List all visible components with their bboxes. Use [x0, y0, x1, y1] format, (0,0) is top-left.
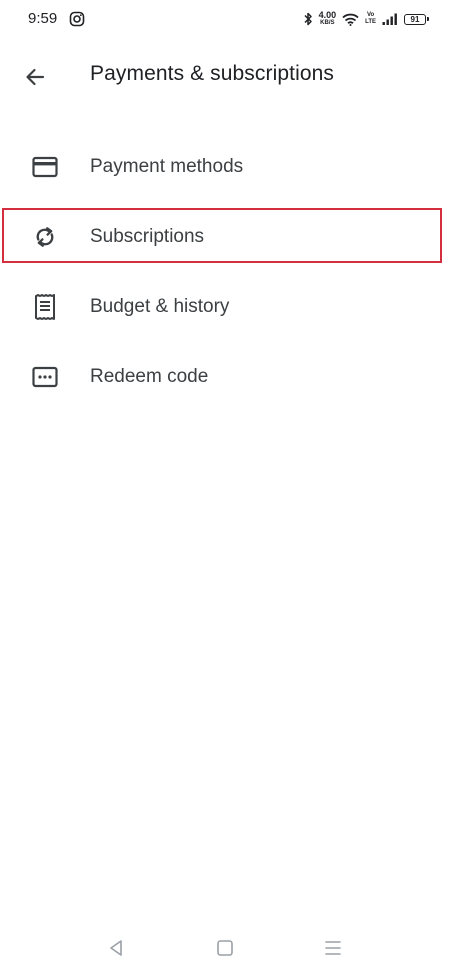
status-icons: 4.00 KB/S Vo LTE 91: [303, 9, 429, 29]
nav-bar: [0, 934, 450, 962]
page-title: Payments & subscriptions: [90, 62, 335, 85]
menu-item-subscriptions[interactable]: Subscriptions: [0, 202, 450, 272]
network-speed-value: 4.00: [318, 10, 337, 20]
menu-item-budget-history[interactable]: Budget & history: [0, 272, 450, 342]
menu-item-label: Subscriptions: [90, 226, 205, 247]
nav-home-button[interactable]: [215, 938, 235, 958]
signal-icon: [382, 13, 397, 25]
triangle-back-icon: [110, 940, 122, 956]
network-speed-unit: KB/S: [320, 20, 335, 26]
square-home-icon: [217, 940, 233, 956]
battery-level: 91: [410, 14, 420, 24]
credit-card-icon: [31, 153, 59, 181]
redeem-code-icon: [31, 363, 59, 391]
receipt-icon: [31, 293, 59, 321]
app-bar: Payments & subscriptions: [0, 48, 450, 104]
menu-list: Payment methods Subscriptions Budget & h…: [0, 132, 450, 412]
menu-item-payment-methods[interactable]: Payment methods: [0, 132, 450, 202]
status-bar: 9:59 4.00 KB/S Vo LTE 91: [0, 0, 450, 40]
status-time: 9:59: [28, 10, 58, 27]
refresh-icon: [31, 223, 59, 251]
volte-indicator: Vo LTE: [365, 12, 376, 26]
instagram-icon: [69, 11, 85, 27]
menu-lines-icon: [325, 941, 341, 955]
bluetooth-icon: [304, 12, 312, 26]
menu-item-label: Redeem code: [90, 366, 209, 387]
arrow-back-icon: [26, 68, 45, 86]
network-speed: 4.00 KB/S: [319, 11, 337, 27]
volte-bottom: LTE: [365, 19, 376, 25]
volte-top: Vo: [366, 12, 375, 18]
battery-icon: 91: [404, 13, 429, 25]
wifi-icon: [342, 13, 359, 26]
menu-item-redeem-code[interactable]: Redeem code: [0, 342, 450, 412]
back-button[interactable]: [20, 62, 50, 92]
nav-recents-button[interactable]: [323, 938, 343, 958]
nav-back-button[interactable]: [106, 938, 126, 958]
menu-item-label: Budget & history: [90, 296, 230, 317]
menu-item-label: Payment methods: [90, 156, 244, 177]
